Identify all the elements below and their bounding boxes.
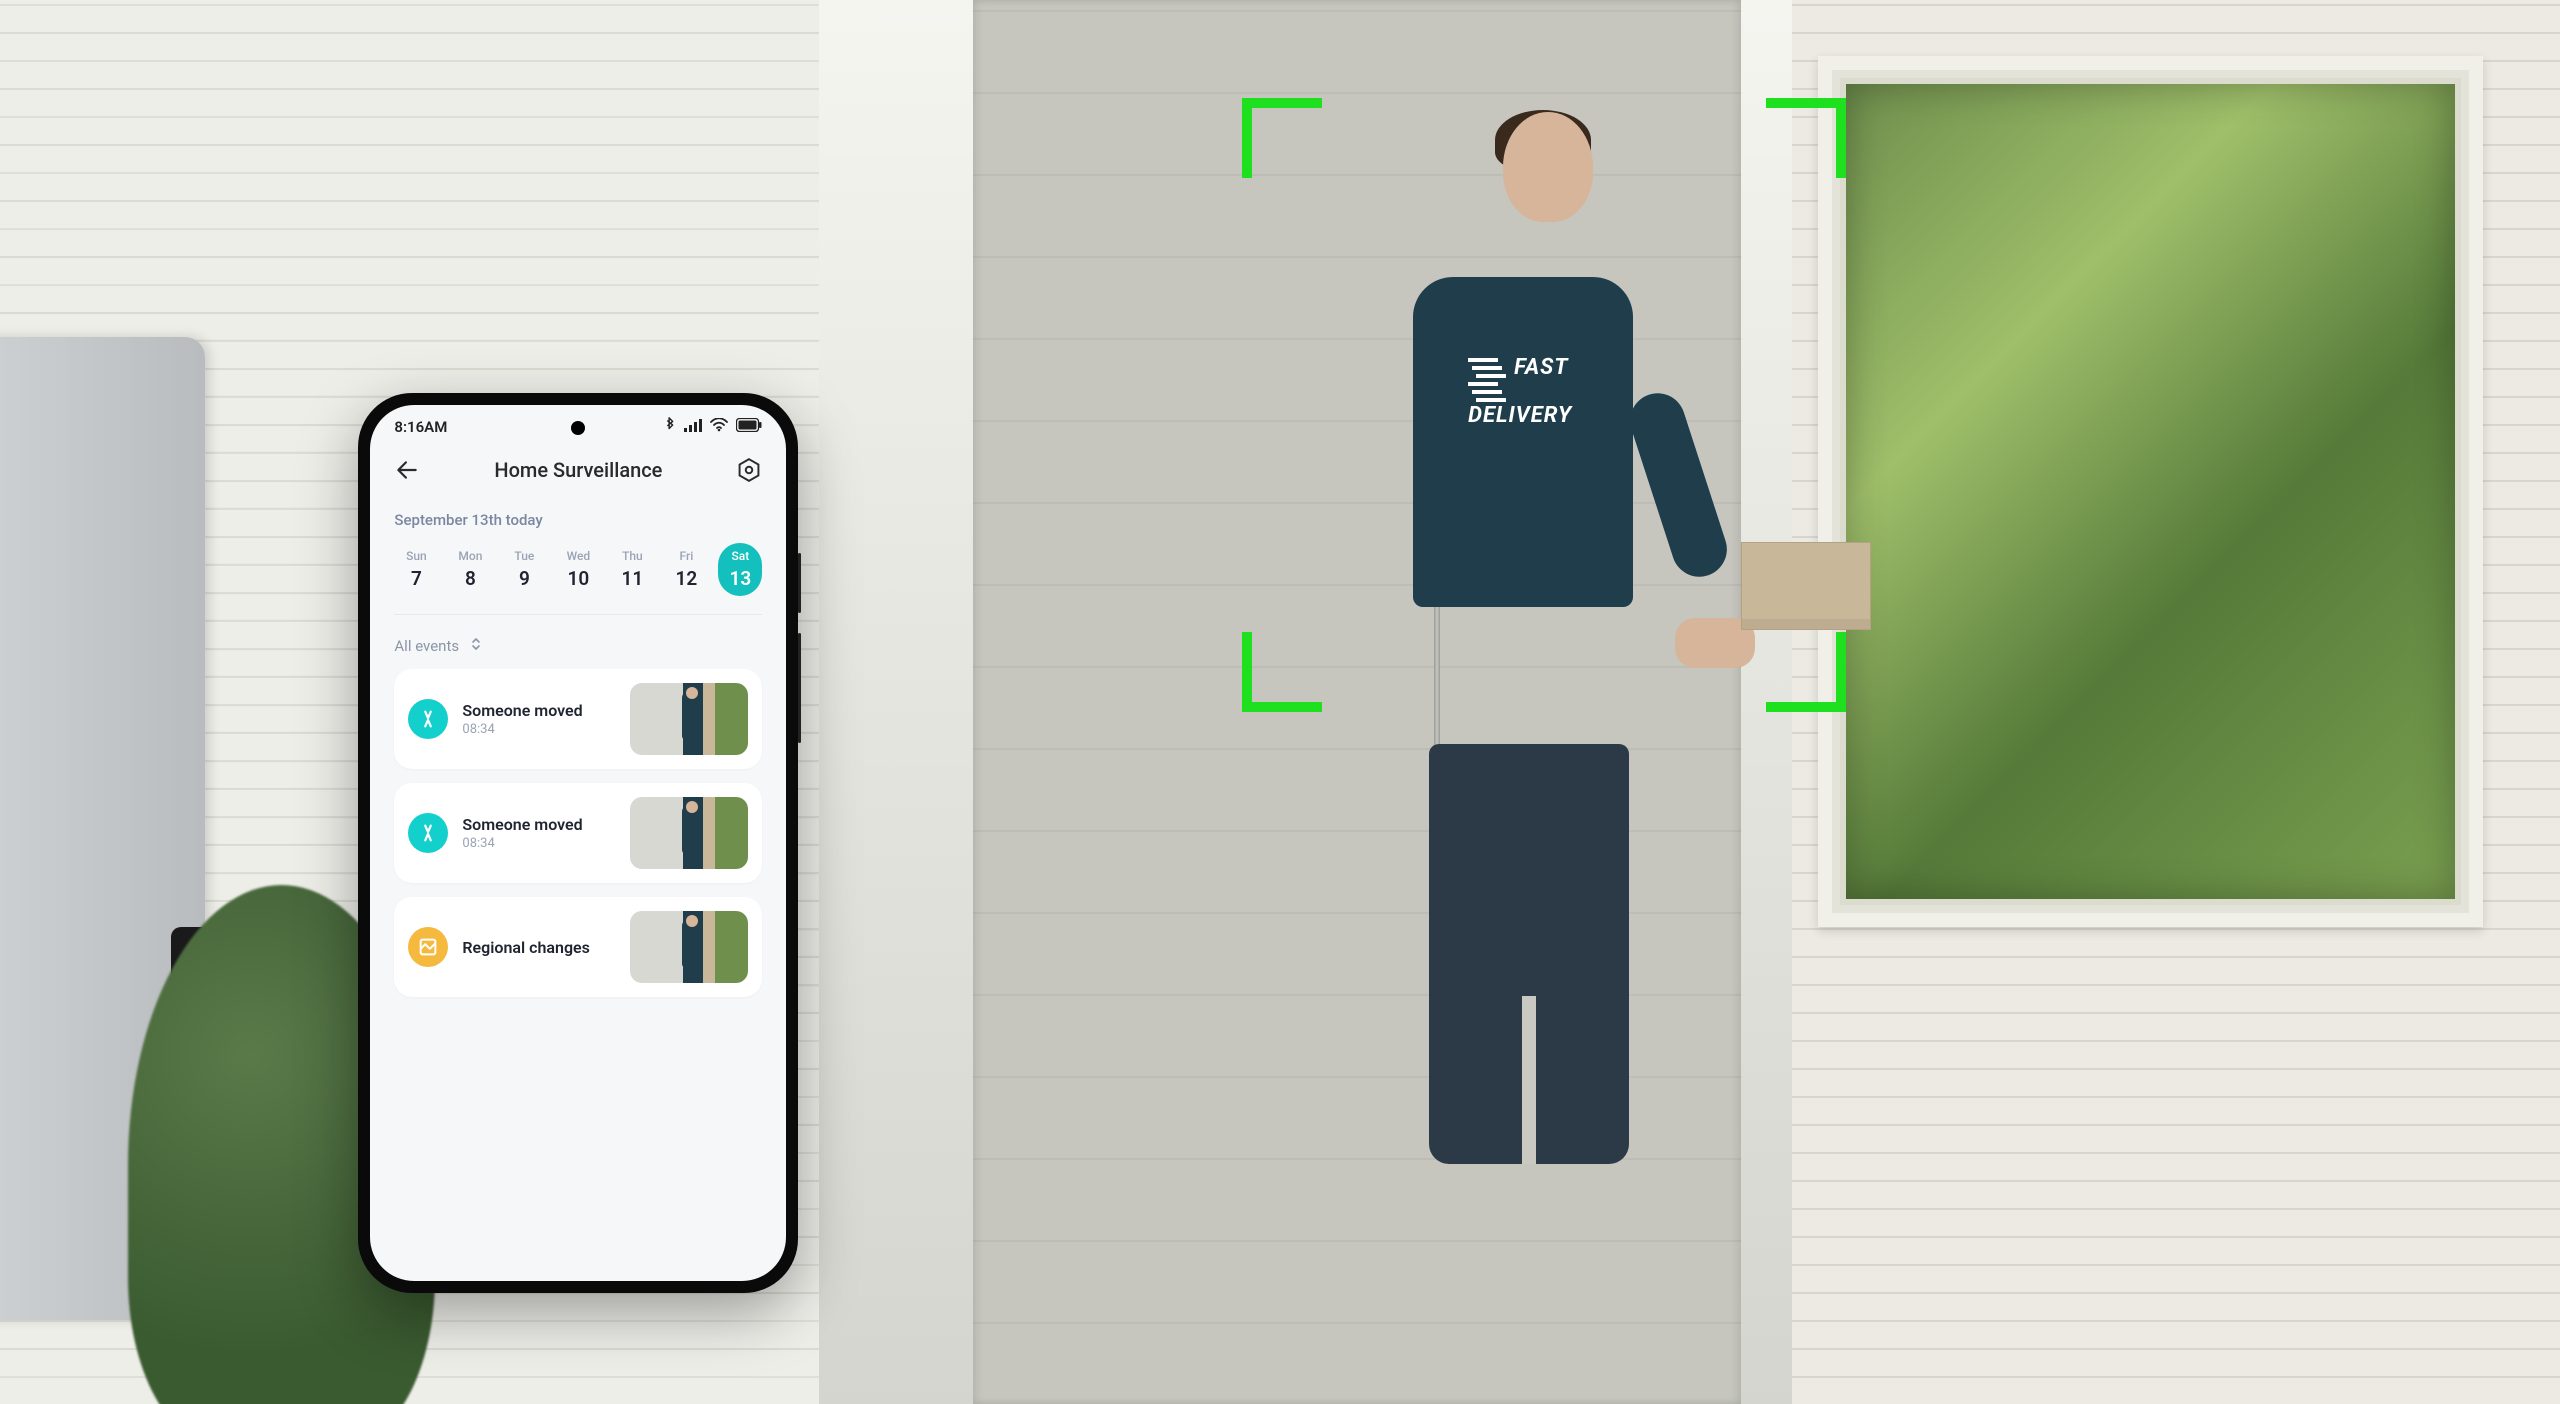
event-time: 08:34 [462,722,616,737]
shirt-logo-line2: DELIVERY [1468,403,1572,428]
calendar-day-num: 12 [676,567,698,590]
detection-bracket-bottom-right [1766,632,1846,712]
calendar-day-num: 13 [730,567,752,590]
calendar-day[interactable]: Sun 7 [394,543,438,596]
shirt-logo: FAST DELIVERY [1468,356,1578,429]
calendar-day[interactable]: Wed 10 [556,543,600,596]
calendar-day[interactable]: Sat 13 [718,543,762,596]
bluetooth-icon [664,417,676,437]
person-icon [408,813,448,853]
screen-body: September 13th today Sun 7 Mon 8 Tue 9 Wed 10 Th… [370,501,786,1281]
battery-icon [736,418,762,436]
detection-bracket-top-left [1242,98,1322,178]
event-thumbnail [630,683,748,755]
event-thumbnail [630,797,748,869]
event-text: Regional changes [462,938,616,957]
calendar-day[interactable]: Thu 11 [610,543,654,596]
package-box [1741,542,1871,630]
front-camera-dot [571,421,585,435]
window-frame [1818,56,2484,926]
event-text: Someone moved 08:34 [462,701,616,737]
cellular-icon [684,418,702,436]
week-calendar: Sun 7 Mon 8 Tue 9 Wed 10 Thu 11 Fri 12 Sat 13 [394,543,762,615]
region-icon [408,927,448,967]
person-arm [1623,386,1734,584]
calendar-day-dow: Thu [622,549,643,563]
calendar-day-dow: Mon [458,549,482,563]
phone-side-button [798,633,801,743]
date-heading: September 13th today [394,511,762,529]
calendar-day-num: 9 [519,567,530,590]
calendar-day-dow: Sat [732,549,750,563]
calendar-day-dow: Sun [406,549,427,563]
page-title: Home Surveillance [494,458,662,482]
back-icon[interactable] [394,457,420,483]
calendar-day[interactable]: Mon 8 [448,543,492,596]
person-icon [408,699,448,739]
calendar-day[interactable]: Fri 12 [664,543,708,596]
event-card[interactable]: Someone moved 08:34 [394,783,762,883]
wifi-icon [710,418,728,436]
calendar-day-num: 11 [622,567,644,590]
settings-icon[interactable] [736,457,762,483]
person-legs [1429,744,1629,1164]
events-filter[interactable]: All events [394,637,762,655]
shirt-logo-line1: FAST [1514,355,1568,380]
calendar-day-num: 7 [411,567,422,590]
calendar-day[interactable]: Tue 9 [502,543,546,596]
status-icons [664,417,762,437]
event-thumbnail [630,911,748,983]
detection-bracket-bottom-left [1242,632,1322,712]
phone-side-button [798,553,801,613]
window-pane [1846,84,2456,898]
event-title: Someone moved [462,815,616,834]
calendar-day-dow: Wed [567,549,591,563]
sort-icon [469,637,483,655]
phone-frame: 8:16AM Home Surveillance [358,393,798,1293]
title-bar: Home Surveillance [370,449,786,501]
person-torso: FAST DELIVERY [1413,277,1633,607]
event-card[interactable]: Regional changes [394,897,762,997]
filter-label: All events [394,637,459,655]
detection-bracket-top-right [1766,98,1846,178]
event-text: Someone moved 08:34 [462,815,616,851]
phone-screen: 8:16AM Home Surveillance [370,405,786,1281]
calendar-day-dow: Tue [514,549,534,563]
event-title: Regional changes [462,938,616,957]
calendar-day-dow: Fri [680,549,694,563]
status-time: 8:16AM [394,418,447,436]
delivery-person: FAST DELIVERY [1331,112,1741,1376]
calendar-day-num: 8 [465,567,476,590]
calendar-day-num: 10 [568,567,590,590]
event-title: Someone moved [462,701,616,720]
event-time: 08:34 [462,836,616,851]
event-card[interactable]: Someone moved 08:34 [394,669,762,769]
person-head [1503,112,1593,222]
events-list: Someone moved 08:34 Someone moved 08:34 Regi… [394,669,762,997]
